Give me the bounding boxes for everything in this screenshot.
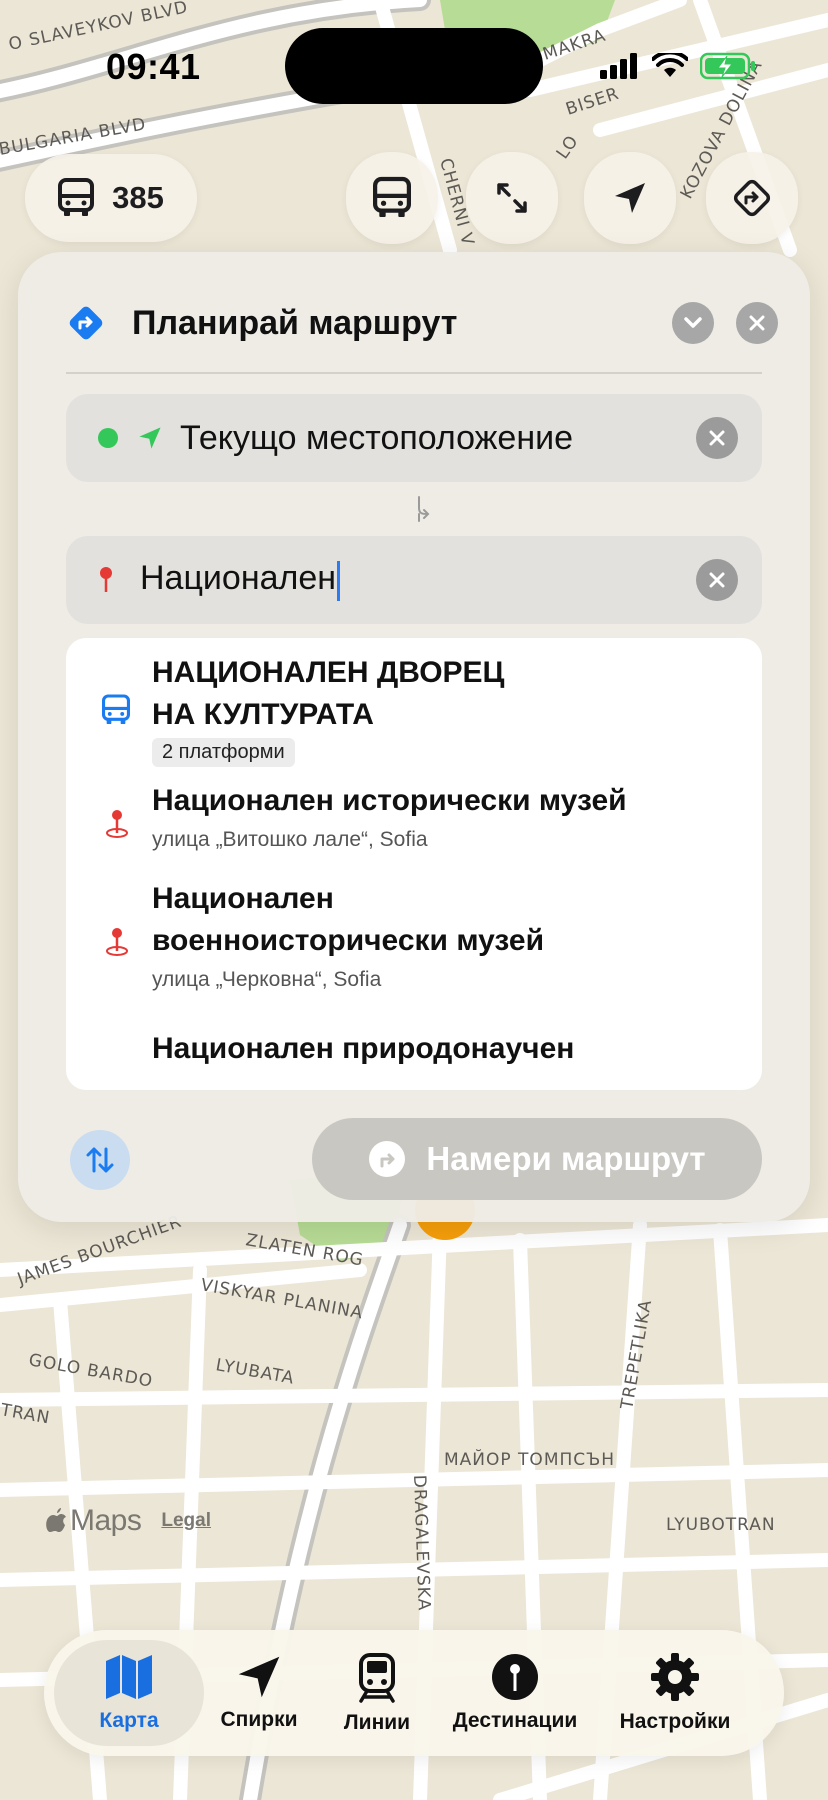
current-location-dot-icon bbox=[98, 428, 118, 448]
collapse-button[interactable] bbox=[672, 302, 714, 344]
status-icons bbox=[600, 52, 756, 80]
tram-icon bbox=[359, 1653, 395, 1703]
route-arrow-icon bbox=[369, 1141, 406, 1177]
result-subtitle: улица „Витошко лале“, Sofia bbox=[152, 828, 428, 851]
chevron-down-icon bbox=[684, 317, 702, 328]
text-cursor bbox=[337, 560, 341, 601]
expand-button[interactable] bbox=[466, 152, 558, 244]
panel-title: Планирай маршрут bbox=[132, 303, 458, 342]
status-time: 09:41 bbox=[106, 46, 201, 87]
tab-stops[interactable]: Спирки bbox=[204, 1640, 314, 1746]
tab-label: Карта bbox=[99, 1709, 159, 1732]
destination-value: Национален bbox=[140, 559, 337, 598]
pin-icon bbox=[106, 928, 128, 956]
origin-field[interactable]: Текущо местоположение bbox=[66, 394, 762, 482]
pin-icon bbox=[100, 567, 112, 592]
route-planner-panel: Планирай маршрут Текущо местоположение Н… bbox=[18, 252, 810, 1222]
result-title: военноисторически музей bbox=[152, 924, 545, 957]
route-chip[interactable]: 385 bbox=[25, 154, 197, 242]
street-label: LYUBOTRAN bbox=[666, 1515, 776, 1535]
divider bbox=[66, 372, 762, 374]
tab-destinations[interactable]: Дестинации bbox=[440, 1640, 590, 1746]
expand-arrows-icon bbox=[497, 183, 527, 213]
result-title: Национален исторически музей bbox=[152, 784, 627, 817]
result-subtitle: улица „Черковна“, Sofia bbox=[152, 968, 382, 991]
maps-label: Maps bbox=[70, 1504, 142, 1537]
swap-arrows-icon bbox=[86, 1147, 114, 1173]
directions-icon bbox=[733, 179, 771, 217]
result-item[interactable]: Национален природонаучен bbox=[66, 1012, 762, 1090]
result-title: НАЦИОНАЛЕН ДВОРЕЦ bbox=[152, 656, 505, 689]
tab-label: Линии bbox=[343, 1711, 411, 1734]
result-item[interactable]: Национален исторически музей улица „Вито… bbox=[66, 774, 762, 870]
tab-label: Настройки bbox=[619, 1710, 731, 1733]
tab-lines[interactable]: Линии bbox=[322, 1640, 432, 1746]
close-icon bbox=[709, 572, 725, 588]
close-icon bbox=[749, 315, 765, 331]
pin-icon bbox=[492, 1654, 538, 1700]
cellular-signal-icon bbox=[600, 53, 637, 79]
bus-icon bbox=[373, 176, 411, 217]
bus-stop-icon bbox=[102, 694, 130, 724]
find-route-button[interactable]: Намери маршрут bbox=[312, 1118, 762, 1200]
destination-field[interactable]: Национален bbox=[66, 536, 762, 624]
location-arrow-icon bbox=[238, 1656, 280, 1698]
close-panel-button[interactable] bbox=[736, 302, 778, 344]
origin-value: Текущо местоположение bbox=[180, 418, 574, 457]
directions-icon bbox=[69, 306, 103, 340]
locate-me-button[interactable] bbox=[584, 152, 676, 244]
street-label: МАЙОР ТОМПСЪН bbox=[444, 1448, 615, 1470]
battery-charging-icon bbox=[700, 52, 755, 80]
close-icon bbox=[709, 430, 725, 446]
swap-locations-button[interactable] bbox=[70, 1130, 130, 1190]
result-item[interactable]: НАЦИОНАЛЕН ДВОРЕЦ НА КУЛТУРАТА 2 платфор… bbox=[66, 638, 762, 774]
transit-mode-button[interactable] bbox=[346, 152, 438, 244]
legal-link[interactable]: Legal bbox=[161, 1510, 211, 1532]
directions-button[interactable] bbox=[706, 152, 798, 244]
clear-origin-button[interactable] bbox=[696, 417, 738, 459]
panel-header: Планирай маршрут bbox=[66, 292, 778, 354]
maps-logo: Maps bbox=[46, 1504, 142, 1538]
destination-input[interactable]: Национален bbox=[140, 559, 696, 601]
tab-label: Дестинации bbox=[452, 1709, 578, 1732]
location-arrow-icon bbox=[615, 183, 645, 213]
result-title: Национален bbox=[152, 882, 334, 915]
result-title: НА КУЛТУРАТА bbox=[152, 698, 374, 731]
result-item[interactable]: Национален военноисторически музей улица… bbox=[66, 870, 762, 1012]
platform-badge: 2 платформи bbox=[152, 738, 295, 767]
gear-icon bbox=[651, 1653, 699, 1701]
route-connector-icon bbox=[418, 496, 430, 522]
find-route-label: Намери маршрут bbox=[426, 1140, 706, 1177]
tab-bar: Карта Спирки Линии Дестинации Настройки bbox=[44, 1630, 784, 1756]
clear-destination-button[interactable] bbox=[696, 559, 738, 601]
bus-icon bbox=[58, 178, 95, 216]
pin-icon bbox=[106, 810, 128, 838]
apple-logo-icon bbox=[46, 1508, 66, 1532]
dynamic-island bbox=[285, 28, 543, 104]
map-attribution: Maps Legal bbox=[46, 1504, 211, 1538]
wifi-icon bbox=[652, 53, 688, 77]
route-number: 385 bbox=[112, 180, 164, 215]
tab-label: Спирки bbox=[220, 1708, 298, 1731]
result-title: Национален природонаучен bbox=[152, 1032, 575, 1065]
tab-settings[interactable]: Настройки bbox=[600, 1640, 750, 1746]
search-results-list: НАЦИОНАЛЕН ДВОРЕЦ НА КУЛТУРАТА 2 платфор… bbox=[66, 638, 762, 1090]
location-arrow-icon bbox=[139, 427, 161, 449]
tab-map[interactable]: Карта bbox=[54, 1640, 204, 1746]
map-icon bbox=[106, 1655, 152, 1699]
